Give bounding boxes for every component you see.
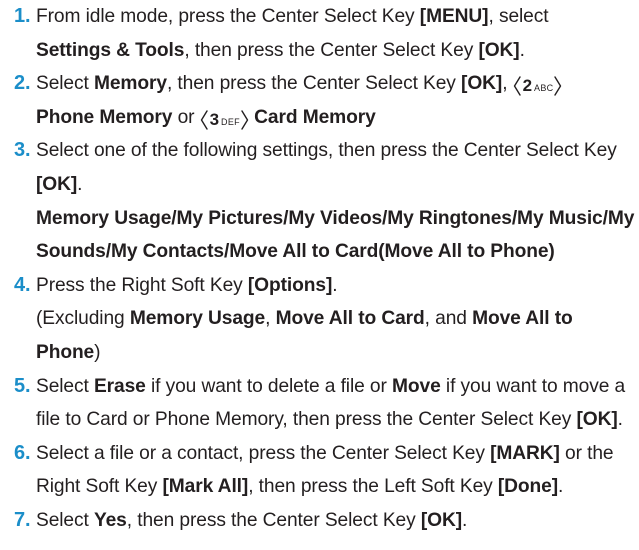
step-text: Select a file or a contact, press the Ce… <box>36 442 491 464</box>
key-digit: 3 <box>209 109 220 129</box>
key-letters: DEF <box>221 116 240 127</box>
instruction-steps: 1. From idle mode, press the Center Sele… <box>0 0 639 538</box>
step-text: . <box>332 274 338 296</box>
step-text: , then press the Center Select Key <box>126 509 421 531</box>
step-text: . <box>77 173 83 195</box>
step-text: . <box>519 39 525 61</box>
step-text: , and <box>424 308 473 330</box>
keypad-2-abc-icon: 2 ABC <box>513 76 563 96</box>
key-digit: 2 <box>522 76 533 96</box>
step-text: Select one of the following settings, th… <box>36 140 617 162</box>
step-number: 6. <box>14 441 31 464</box>
menu-option-move-all-to-card: Move All to Card <box>275 308 425 330</box>
menu-option-yes: Yes <box>93 509 127 531</box>
step-number: 4. <box>14 273 31 296</box>
menu-option-erase: Erase <box>93 375 146 397</box>
settings-options-list: Memory Usage/My Pictures/My Videos/My Ri… <box>36 207 635 263</box>
key-label-ok: [OK] <box>36 173 78 195</box>
step-text: , <box>502 73 513 95</box>
step-text: if you want to delete a file or <box>145 375 393 397</box>
step-number: 5. <box>14 374 31 397</box>
menu-option-move: Move <box>392 375 441 397</box>
step-number: 2. <box>14 72 31 95</box>
step-text: , then press the Center Select Key <box>166 73 462 95</box>
key-label-done: [Done] <box>497 476 559 498</box>
step-7: 7. Select Yes, then press the Center Sel… <box>0 504 639 538</box>
step-text: , <box>265 308 276 330</box>
step-text: Select <box>36 73 94 95</box>
step-text: ) <box>94 341 101 363</box>
step-1: 1. From idle mode, press the Center Sele… <box>0 0 639 67</box>
key-label-mark: [MARK] <box>490 442 560 464</box>
step-5: 5. Select Erase if you want to delete a … <box>0 370 639 437</box>
key-label-ok: [OK] <box>461 73 503 95</box>
step-text: . <box>617 409 623 431</box>
step-number: 3. <box>14 139 31 162</box>
step-3: 3. Select one of the following settings,… <box>0 134 639 268</box>
step-text: Select <box>36 509 94 531</box>
menu-option-settings-tools: Settings & Tools <box>36 39 185 61</box>
key-label-options: [Options] <box>247 274 333 296</box>
step-text: . <box>462 509 468 531</box>
menu-option-memory: Memory <box>93 73 167 95</box>
step-text: Press the Right Soft Key <box>36 274 248 296</box>
key-letters: ABC <box>534 83 554 94</box>
menu-option-memory-usage: Memory Usage <box>129 308 266 330</box>
menu-option-phone-memory: Phone Memory <box>36 106 173 128</box>
step-text: , then press the Center Select Key <box>184 39 479 61</box>
step-6: 6. Select a file or a contact, press the… <box>0 437 639 504</box>
key-label-ok: [OK] <box>576 409 618 431</box>
key-label-mark-all: [Mark All] <box>162 476 249 498</box>
key-label-menu: [MENU] <box>419 6 489 27</box>
key-label-ok: [OK] <box>478 39 520 61</box>
step-number: 7. <box>14 508 31 531</box>
step-text: or <box>172 106 200 128</box>
step-text: , then press the Left Soft Key <box>248 476 498 498</box>
step-2: 2. Select Memory, then press the Center … <box>0 67 639 134</box>
step-text: Select <box>36 375 94 397</box>
step-4: 4. Press the Right Soft Key [Options]. (… <box>0 269 639 370</box>
key-label-ok: [OK] <box>420 509 462 531</box>
keypad-3-def-icon: 3 DEF <box>200 110 249 130</box>
step-text: , select <box>488 6 549 27</box>
step-text: From idle mode, press the Center Select … <box>36 6 420 27</box>
step-text: (Excluding <box>36 308 130 330</box>
step-number: 1. <box>14 5 31 27</box>
step-text: . <box>558 476 564 498</box>
menu-option-card-memory: Card Memory <box>254 106 376 128</box>
